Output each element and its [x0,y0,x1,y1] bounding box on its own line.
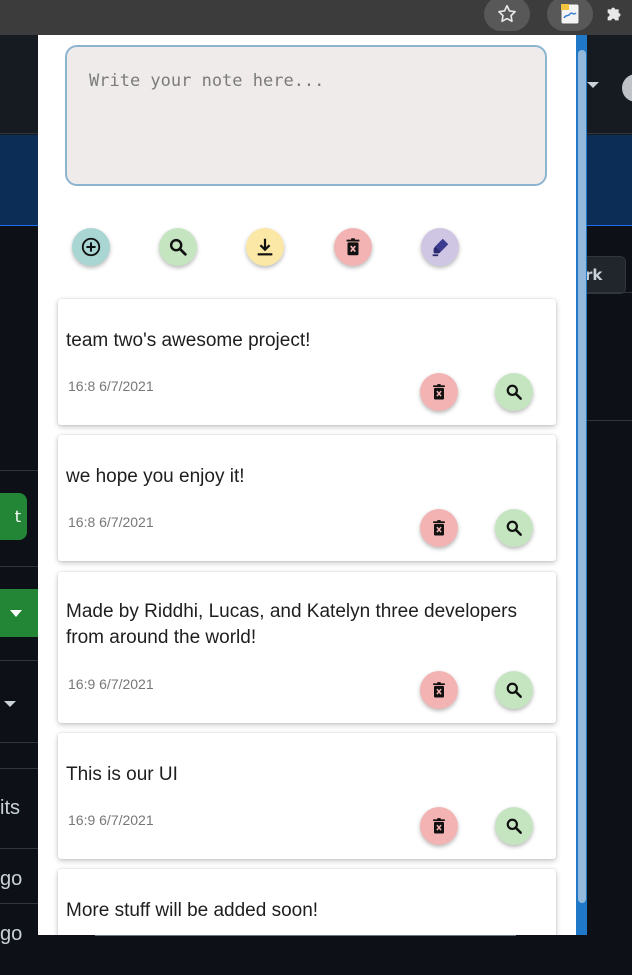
note-card: we hope you enjoy it! 16:8 6/7/2021 [58,435,556,561]
trash-icon [433,818,445,834]
extensions-menu-button[interactable] [600,0,630,31]
side-label: go [0,868,23,890]
highlighter-icon [432,238,449,257]
delete-note-button[interactable] [420,373,458,411]
note-text: More stuff will be added soon! [66,900,319,921]
note-card: This is our UI 16:9 6/7/2021 [58,733,556,859]
chevron-down-icon[interactable] [4,701,16,707]
delete-all-button[interactable] [334,228,372,266]
trash-icon [433,682,445,698]
notes-extension-icon [560,3,580,25]
trash-icon [433,520,445,536]
view-note-button[interactable] [495,373,533,411]
divider [0,742,38,743]
trash-icon [433,384,445,400]
popup-scrollbar[interactable] [576,35,587,935]
magnifier-icon [506,818,522,834]
note-timestamp: 16:9 6/7/2021 [68,676,154,692]
notes-popup: team two's awesome project! 16:8 6/7/202… [38,35,576,935]
puzzle-icon [607,7,621,21]
side-label: go [0,923,23,945]
view-note-button[interactable] [495,509,533,547]
chevron-down-icon[interactable] [587,82,599,88]
add-circle-icon [81,237,101,257]
note-timestamp: 16:9 6/7/2021 [68,812,154,828]
magnifier-icon [506,682,522,698]
divider [0,903,38,904]
note-timestamp: 16:8 6/7/2021 [68,514,154,530]
note-text: we hope you enjoy it! [66,466,245,487]
divider [95,935,516,936]
trash-icon [346,238,360,256]
note-text: Made by Riddhi, Lucas, and Katelyn three… [66,601,517,648]
add-note-button[interactable] [72,228,110,266]
side-label: its [0,797,20,819]
delete-note-button[interactable] [420,807,458,845]
divider [0,768,38,769]
magnifier-icon [506,384,522,400]
delete-note-button[interactable] [420,509,458,547]
divider [0,470,38,471]
highlight-button[interactable] [421,228,459,266]
divider [0,566,38,567]
divider [0,660,38,661]
note-input[interactable] [65,45,547,186]
scrollbar-thumb[interactable] [578,50,586,903]
note-timestamp: 16:8 6/7/2021 [68,378,154,394]
green-action-button[interactable]: t [0,493,27,540]
divider [0,848,38,849]
delete-note-button[interactable] [420,671,458,709]
download-icon [257,238,273,256]
magnifier-icon [506,520,522,536]
view-note-button[interactable] [495,807,533,845]
download-button[interactable] [246,228,284,266]
note-card: Made by Riddhi, Lucas, and Katelyn three… [58,572,556,723]
note-card: More stuff will be added soon! [58,869,556,935]
magnifier-icon [169,238,187,256]
note-card: team two's awesome project! 16:8 6/7/202… [58,299,556,425]
green-dropdown-button[interactable] [0,589,38,637]
view-note-button[interactable] [495,671,533,709]
note-text: This is our UI [66,764,178,785]
note-text: team two's awesome project! [66,330,311,351]
browser-toolbar [0,0,632,35]
search-button[interactable] [159,228,197,266]
star-icon [498,4,516,23]
notes-extension-button[interactable] [547,0,593,31]
bookmark-star-button[interactable] [484,0,530,31]
